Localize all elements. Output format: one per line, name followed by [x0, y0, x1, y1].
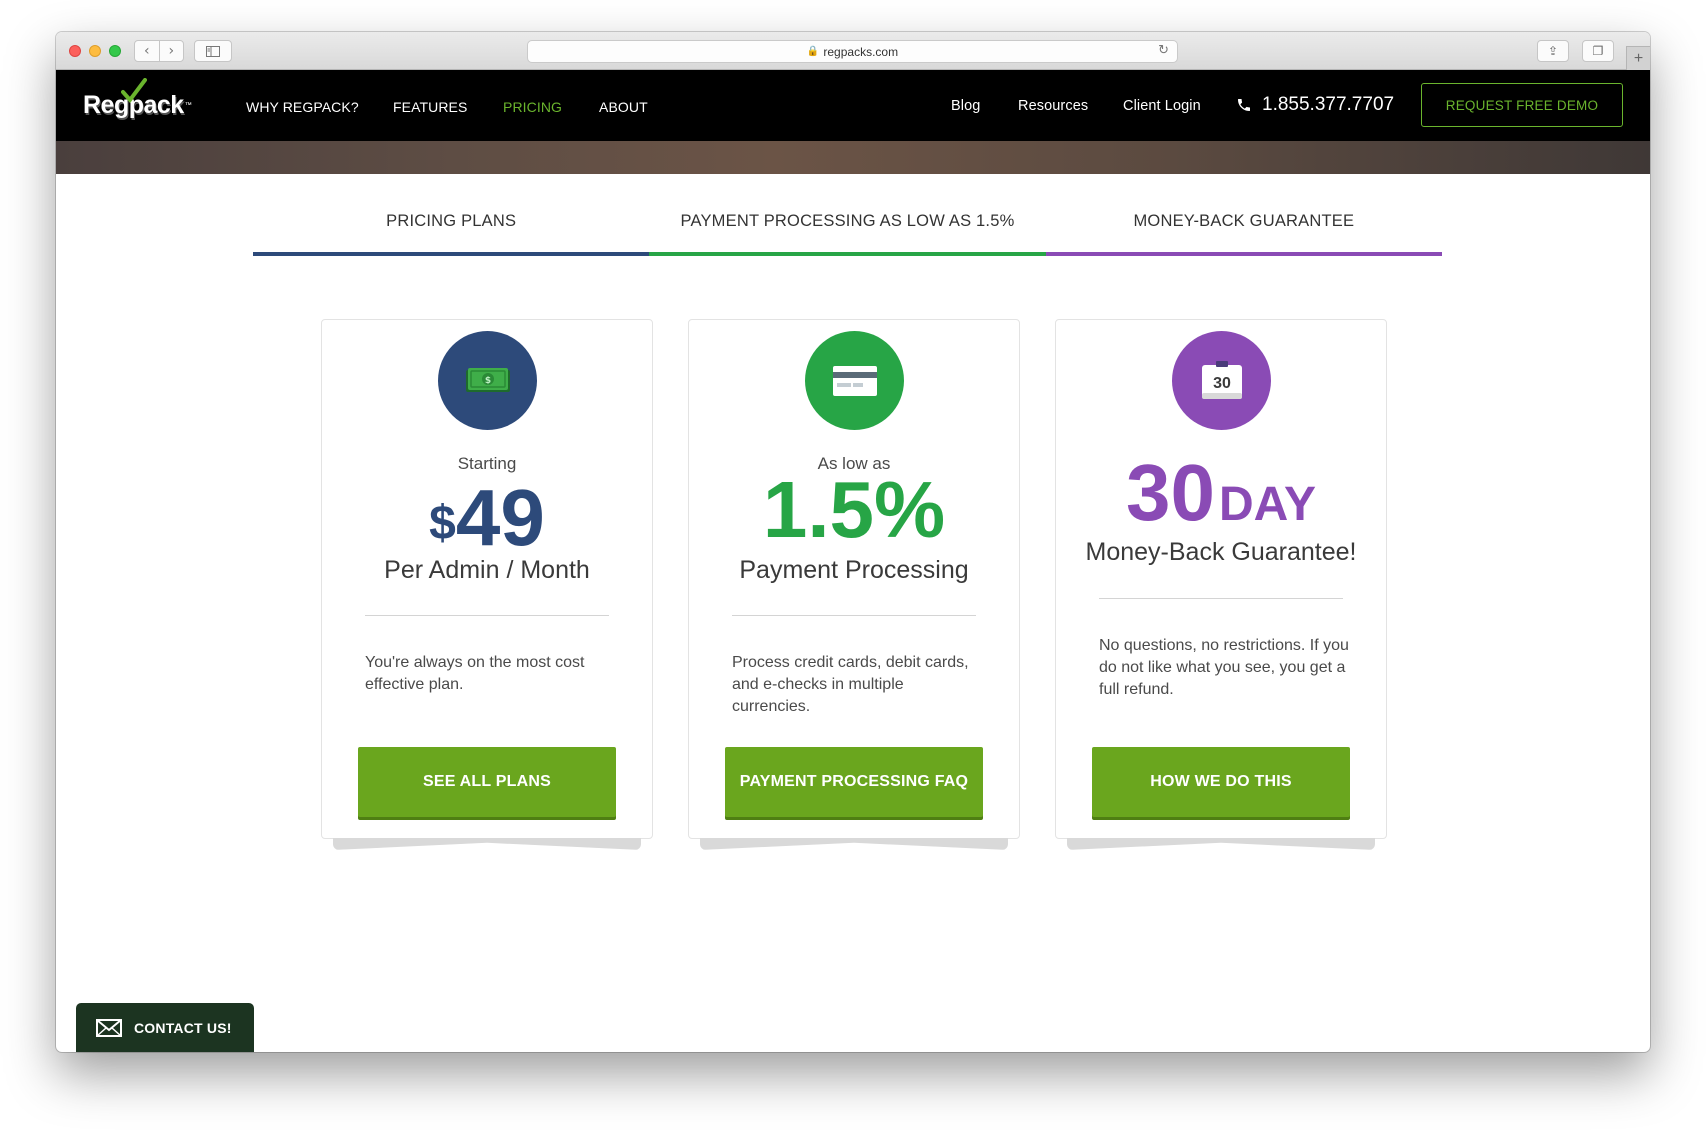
tab-payment-processing[interactable]: PAYMENT PROCESSING AS LOW AS 1.5% — [649, 206, 1046, 256]
calendar-number: 30 — [1213, 375, 1231, 392]
nav-resources[interactable]: Resources — [1018, 98, 1088, 114]
guarantee-unit: DAY — [1219, 478, 1316, 531]
minimize-window-button[interactable] — [89, 45, 101, 57]
price-currency: $ — [429, 497, 456, 550]
browser-toolbar: ‹ › 🔒 regpacks.com ↻ ⇪ ❐ + — [56, 32, 1650, 70]
card-shadow — [1067, 838, 1375, 850]
nav-features[interactable]: FEATURES — [393, 99, 467, 115]
payment-processing-card: As low as 1.5% Payment Processing Proces… — [688, 319, 1020, 850]
rate-subtitle: Payment Processing — [739, 556, 969, 584]
calendar-icon: 30 — [1172, 331, 1271, 430]
trademark-mark: ™ — [184, 101, 192, 109]
tab-money-back-guarantee[interactable]: MONEY-BACK GUARANTEE — [1045, 206, 1442, 256]
guarantee-value: 30 — [1126, 448, 1216, 537]
phone-number[interactable]: 1.855.377.7707 — [1236, 94, 1394, 116]
price-subtitle: Per Admin / Month — [384, 556, 590, 584]
credit-card-icon — [805, 331, 904, 430]
nav-blog[interactable]: Blog — [951, 98, 980, 114]
reload-icon[interactable]: ↻ — [1158, 43, 1169, 58]
card-divider — [1099, 598, 1343, 599]
site-navbar: Regpack ™ WHY REGPACK? FEATURES PRICING A… — [56, 70, 1650, 141]
back-icon[interactable]: ‹ — [135, 41, 159, 61]
card-description: No questions, no restrictions. If you do… — [1099, 637, 1349, 698]
tab-label: PRICING PLANS — [386, 212, 517, 230]
card-shadow — [333, 838, 641, 850]
forward-icon[interactable]: › — [158, 41, 184, 61]
sidebar-toggle-button[interactable] — [194, 40, 232, 62]
phone-icon — [1238, 99, 1250, 111]
address-bar[interactable]: 🔒 regpacks.com ↻ — [527, 40, 1178, 63]
sidebar-icon — [206, 45, 220, 57]
tab-label: PAYMENT PROCESSING AS LOW AS 1.5% — [680, 212, 1015, 230]
card-description: Process credit cards, debit cards, and e… — [732, 654, 969, 715]
pricing-tabs: PRICING PLANS PAYMENT PROCESSING AS LOW … — [253, 206, 1442, 256]
how-we-do-this-button[interactable]: HOW WE DO THIS — [1092, 747, 1350, 817]
tabs-icon: ❐ — [1592, 44, 1604, 58]
tab-underline — [253, 252, 650, 256]
tab-pricing-plans[interactable]: PRICING PLANS — [253, 206, 650, 256]
lock-icon: 🔒 — [806, 46, 820, 57]
nav-pricing[interactable]: PRICING — [503, 99, 562, 115]
nav-why-regpack[interactable]: WHY REGPACK? — [246, 99, 359, 115]
payment-processing-faq-button[interactable]: PAYMENT PROCESSING FAQ — [725, 747, 983, 817]
card-divider — [365, 615, 609, 616]
new-tab-button[interactable]: + — [1626, 46, 1650, 70]
money-back-card: 30 30DAY Money-Back Guarantee! No questi… — [1055, 319, 1387, 850]
contact-us-button[interactable]: CONTACT US! — [76, 1003, 254, 1052]
see-all-plans-button[interactable]: SEE ALL PLANS — [358, 747, 616, 817]
regpack-logo[interactable]: Regpack ™ — [83, 78, 192, 126]
tab-underline — [1045, 252, 1442, 256]
nav-about[interactable]: ABOUT — [599, 99, 648, 115]
plus-icon: + — [1633, 49, 1644, 67]
request-free-demo-button[interactable]: REQUEST FREE DEMO — [1421, 83, 1623, 127]
phone-number-text: 1.855.377.7707 — [1262, 94, 1395, 115]
card-divider — [732, 615, 976, 616]
rate-value: 1.5% — [762, 465, 946, 554]
guarantee-subtitle: Money-Back Guarantee! — [1085, 538, 1357, 566]
zoom-window-button[interactable] — [109, 45, 121, 57]
share-button[interactable]: ⇪ — [1537, 40, 1569, 62]
nav-client-login[interactable]: Client Login — [1123, 98, 1201, 114]
price-amount: $49 — [322, 478, 652, 558]
hero-image-strip — [56, 141, 1650, 174]
card-description: You're always on the most cost effective… — [365, 654, 585, 693]
logo-check-icon — [121, 78, 147, 104]
price-value: 49 — [455, 473, 545, 562]
browser-window: ‹ › 🔒 regpacks.com ↻ ⇪ ❐ + Regpack ™ WHY… — [56, 32, 1650, 1052]
url-text: regpacks.com — [823, 44, 899, 59]
tab-label: MONEY-BACK GUARANTEE — [1133, 212, 1355, 230]
guarantee-amount: 30DAY — [1056, 453, 1386, 533]
contact-us-label: CONTACT US! — [134, 1019, 232, 1036]
card-shadow — [700, 838, 1008, 850]
tab-underline — [649, 252, 1046, 256]
svg-text:$: $ — [484, 376, 490, 386]
close-window-button[interactable] — [69, 45, 81, 57]
money-icon: $ — [438, 331, 537, 430]
tab-overview-button[interactable]: ❐ — [1582, 40, 1614, 62]
price-lead-text: Starting — [457, 454, 517, 473]
envelope-icon — [96, 1018, 122, 1037]
pricing-plan-card: $ Starting $49 Per Admin / Month You're … — [321, 319, 653, 850]
history-buttons: ‹ › — [134, 40, 184, 62]
share-icon: ⇪ — [1547, 44, 1559, 58]
